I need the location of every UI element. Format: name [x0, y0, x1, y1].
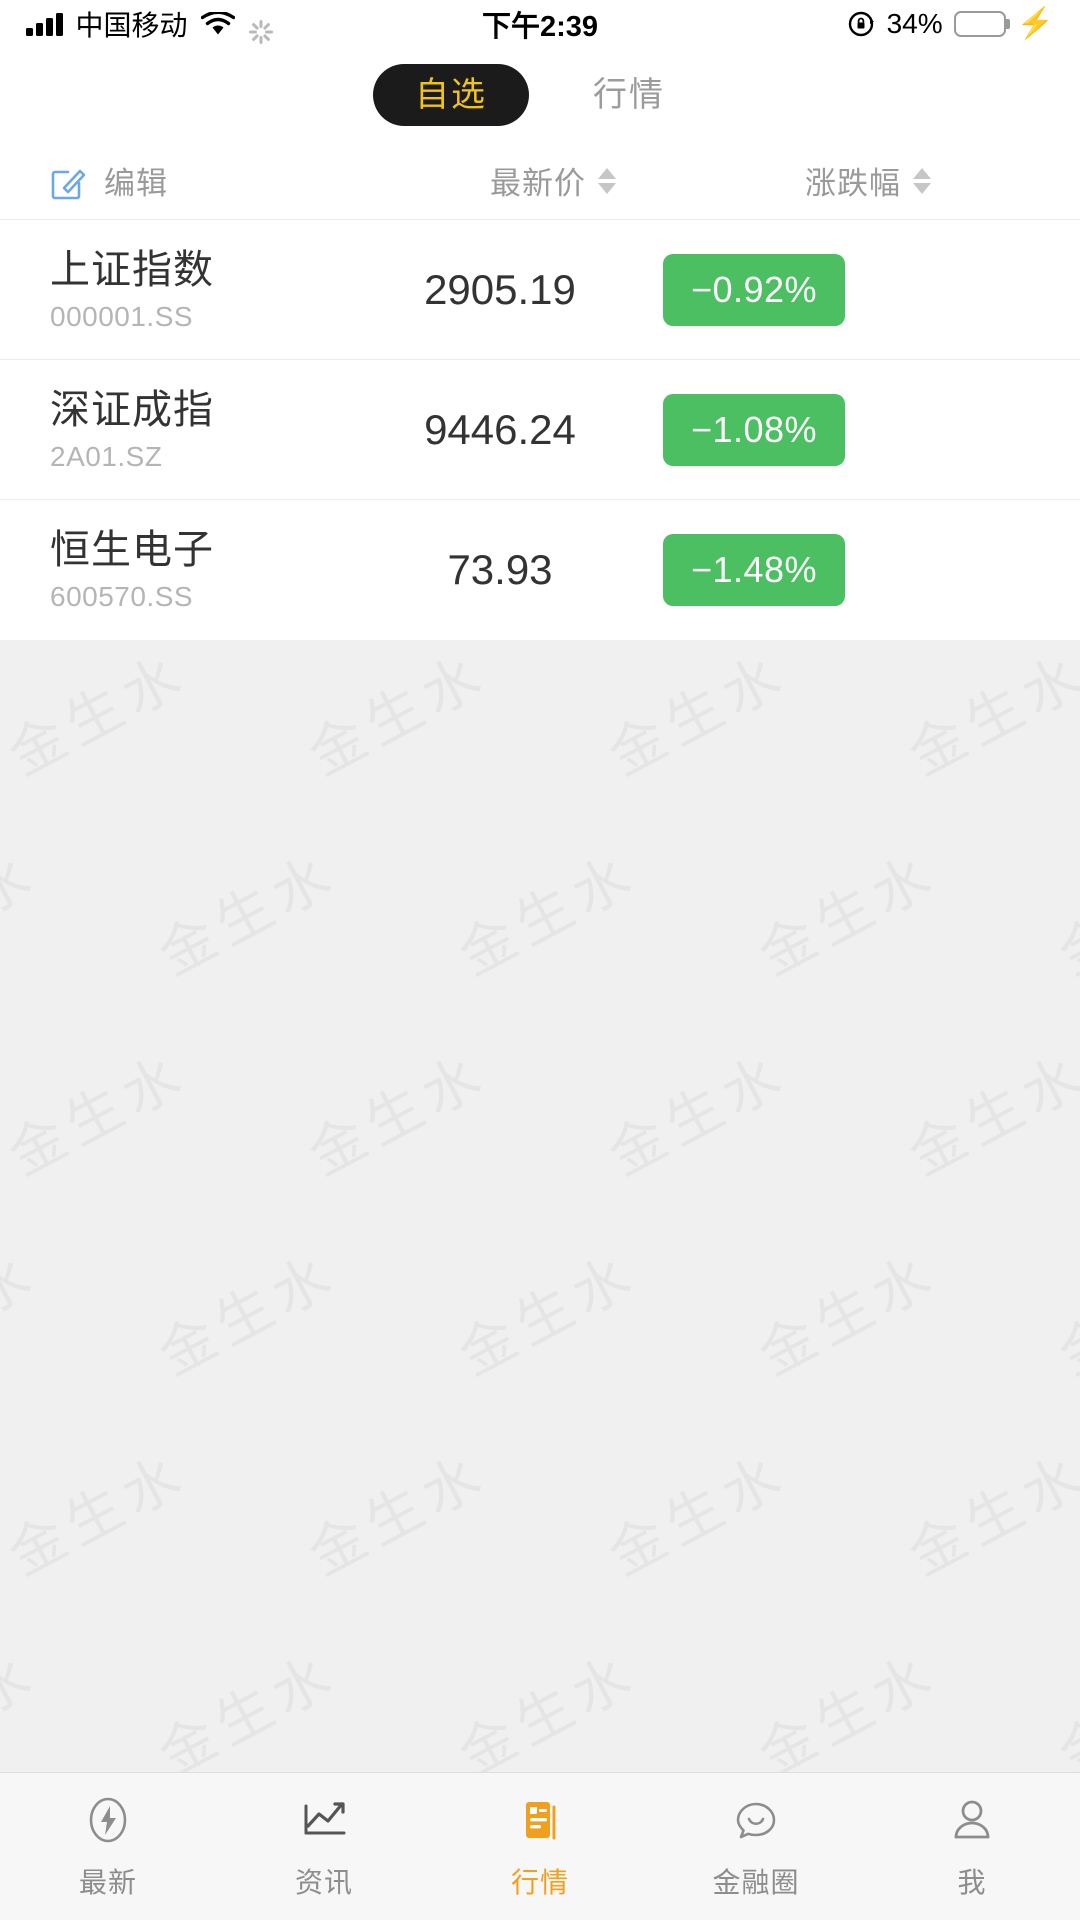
- tab-quotes[interactable]: 行情: [551, 64, 707, 126]
- change-column-label: 涨跌幅: [805, 166, 901, 201]
- watermark-text: 金生水: [0, 1230, 50, 1392]
- stock-price: 9446.24: [424, 405, 576, 453]
- loading-spinner-icon: [248, 11, 274, 44]
- watermark-text: 金生水: [1042, 1230, 1080, 1392]
- status-bar-left: 中国移动: [26, 4, 274, 44]
- edit-button[interactable]: 编辑: [48, 158, 168, 203]
- watermark-text: 金生水: [0, 1630, 50, 1792]
- status-badge: −1.48%: [663, 534, 845, 606]
- stock-identity: 深证成指 2A01.SZ: [50, 387, 214, 473]
- stock-name: 上证指数: [50, 247, 214, 292]
- sort-arrows-icon: [913, 167, 931, 194]
- quotes-document-icon: [513, 1793, 567, 1847]
- watermark-text: 金生水: [892, 640, 1080, 791]
- watchlist-table: 上证指数 000001.SS 2905.19 −0.92% 深证成指 2A01.…: [0, 220, 1080, 640]
- watermark-text: 金生水: [592, 1030, 800, 1192]
- watermark-text: 金生水: [742, 1230, 950, 1392]
- edit-label: 编辑: [104, 166, 168, 201]
- bottom-nav-bar: 最新 资讯 行情 金融圈 我: [0, 1772, 1080, 1920]
- rotation-lock-icon: [848, 10, 876, 38]
- nav-label: 我: [957, 1866, 987, 1898]
- watermark-text: 金生水: [892, 1030, 1080, 1192]
- watermark-text: 金生水: [142, 1230, 350, 1392]
- sort-by-change[interactable]: 涨跌幅: [805, 158, 931, 203]
- watermark-text: 金生水: [742, 830, 950, 992]
- status-badge: −1.08%: [663, 393, 845, 466]
- watermark-text: 金生水: [292, 1430, 500, 1592]
- nav-item-latest[interactable]: 最新: [0, 1793, 216, 1901]
- status-bar: 中国移动 下午2:39 34% ⚡: [0, 0, 1080, 48]
- tab-watchlist[interactable]: 自选: [373, 64, 529, 126]
- watermark-text: 金生水: [442, 830, 650, 992]
- carrier-label: 中国移动: [75, 10, 188, 41]
- sort-by-price[interactable]: 最新价: [490, 158, 616, 203]
- watermark-text: 金生水: [0, 1430, 200, 1592]
- lightning-circle-icon: [81, 1793, 135, 1847]
- stock-identity: 恒生电子 600570.SS: [50, 527, 214, 613]
- nav-item-quotes[interactable]: 行情: [432, 1793, 648, 1901]
- watermark-text: 金生水: [292, 640, 500, 791]
- signal-bars-icon: [26, 12, 63, 36]
- lightning-bolt-icon: ⚡: [1016, 7, 1054, 40]
- nav-label: 资讯: [294, 1866, 353, 1898]
- stock-price: 2905.19: [424, 265, 576, 313]
- stock-price: 73.93: [447, 546, 553, 593]
- nav-item-profile[interactable]: 我: [864, 1793, 1080, 1901]
- watermark-text: 金生水: [0, 830, 50, 992]
- status-badge: −0.92%: [663, 253, 845, 326]
- nav-label: 行情: [510, 1866, 569, 1898]
- nav-item-finance-circle[interactable]: 金融圈: [648, 1793, 864, 1901]
- table-row[interactable]: 上证指数 000001.SS 2905.19 −0.92%: [0, 220, 1080, 360]
- stock-name: 深证成指: [50, 387, 214, 432]
- chat-bubble-icon: [729, 1793, 783, 1847]
- empty-content-area: 金生水金生水金生水金生水金生水金生水金生水金生水金生水金生水金生水金生水金生水金…: [0, 640, 1080, 1920]
- watermark-text: 金生水: [742, 1630, 950, 1792]
- stock-name: 恒生电子: [50, 528, 214, 572]
- top-tab-bar: 自选 行情: [0, 48, 1080, 142]
- stock-code: 2A01.SZ: [50, 440, 163, 472]
- watermark-text: 金生水: [0, 640, 200, 791]
- watermark-text: 金生水: [1042, 830, 1080, 992]
- stock-code: 600570.SS: [50, 581, 194, 612]
- battery-icon: [953, 11, 1010, 37]
- edit-pencil-icon: [48, 161, 88, 201]
- table-row[interactable]: 恒生电子 600570.SS 73.93 −1.48%: [0, 500, 1080, 640]
- nav-item-news[interactable]: 资讯: [216, 1793, 432, 1901]
- watermark-text: 金生水: [1042, 1630, 1080, 1792]
- column-header-row: 编辑 最新价 涨跌幅: [0, 142, 1080, 220]
- trend-chart-icon: [297, 1793, 351, 1847]
- table-row[interactable]: 深证成指 2A01.SZ 9446.24 −1.08%: [0, 360, 1080, 500]
- nav-label: 金融圈: [712, 1866, 800, 1898]
- watermark-text: 金生水: [142, 830, 350, 992]
- watermark-text: 金生水: [892, 1430, 1080, 1592]
- battery-percent-label: 34%: [886, 8, 943, 39]
- stock-code: 000001.SS: [50, 300, 194, 332]
- watermark-text: 金生水: [442, 1230, 650, 1392]
- app-root: 中国移动 下午2:39 34% ⚡ 自选 行情 编辑 最新价 涨跌幅 上证指数 …: [0, 0, 1080, 1920]
- stock-identity: 上证指数 000001.SS: [50, 247, 214, 333]
- watermark-text: 金生水: [292, 1030, 500, 1192]
- price-column-label: 最新价: [490, 166, 586, 201]
- watermark-text: 金生水: [442, 1630, 650, 1792]
- status-bar-right: 34% ⚡: [848, 8, 1054, 40]
- watermark-text: 金生水: [592, 640, 800, 791]
- watermark-text: 金生水: [0, 1030, 200, 1192]
- watermark-text: 金生水: [142, 1630, 350, 1792]
- wifi-icon: [200, 10, 235, 37]
- nav-label: 最新: [78, 1866, 137, 1898]
- sort-arrows-icon: [598, 167, 616, 194]
- person-icon: [945, 1793, 999, 1847]
- watermark-text: 金生水: [592, 1430, 800, 1592]
